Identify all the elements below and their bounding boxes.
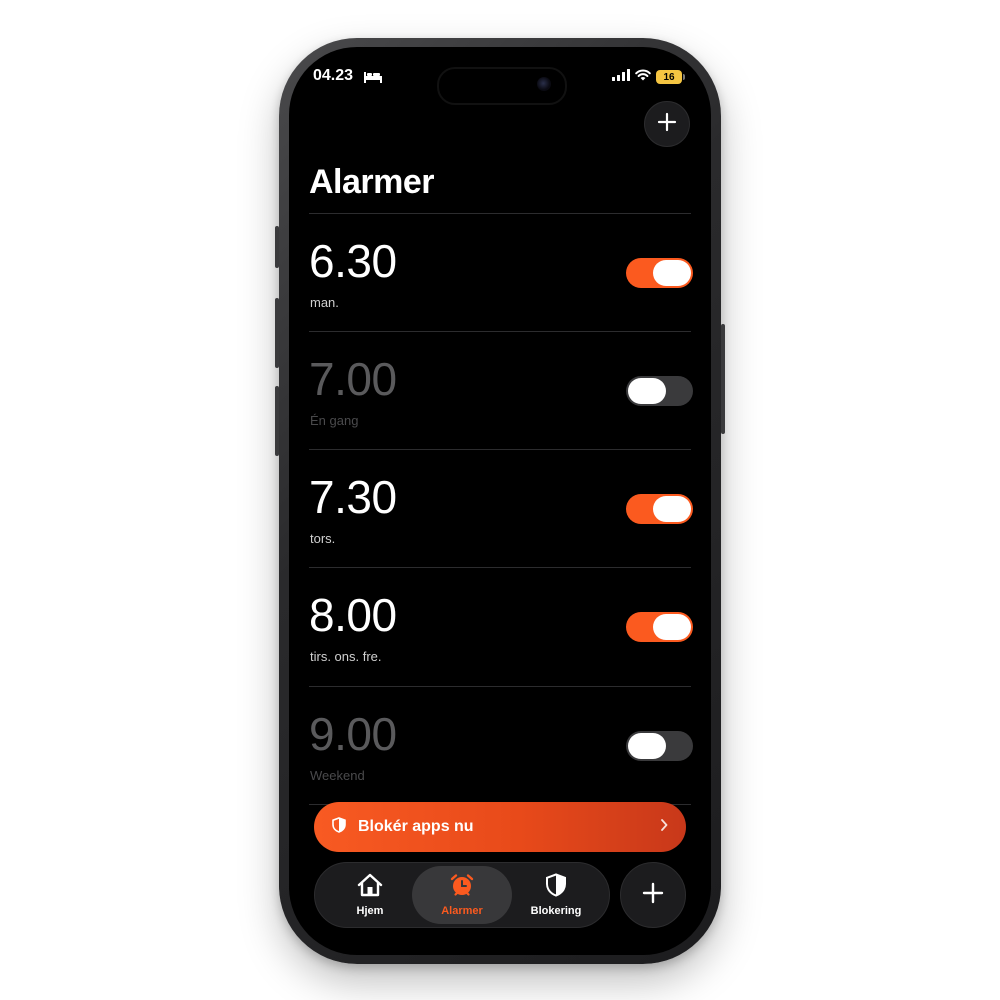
home-icon [357,873,383,902]
add-alarm-button[interactable] [644,101,690,147]
alarm-clock-icon [449,873,475,902]
status-indicators: 16 [612,68,685,86]
alarm-repeat-label: Én gang [310,413,359,428]
status-time: 04.23 [313,67,354,84]
chevron-right-icon [660,818,668,836]
alarm-time: 8.00 [309,589,397,641]
battery-icon: 16 [656,70,685,84]
shield-icon [545,873,567,902]
alarm-toggle[interactable] [626,376,693,406]
plus-icon [641,881,665,910]
page-title: Alarmer [309,163,435,201]
bed-icon [364,70,382,88]
alarm-toggle[interactable] [626,612,693,642]
tab-alarms-label: Alarmer [441,905,483,917]
alarm-time: 6.30 [309,235,397,287]
power-button [721,324,725,434]
block-apps-label: Blokér apps nu [358,818,474,835]
tab-alarms[interactable]: Alarmer [412,866,512,924]
alarm-repeat-label: Weekend [310,768,365,783]
wifi-icon [635,68,651,86]
shield-icon [332,816,346,838]
alarm-repeat-label: man. [310,295,339,310]
alarm-row[interactable]: 8.00 tirs. ons. fre. [309,568,693,686]
toggle-knob [653,614,691,640]
tab-blocking-label: Blokering [530,905,582,917]
volume-up-button [275,298,279,368]
alarm-time: 7.00 [309,353,397,405]
alarm-row[interactable]: 9.00 Weekend [309,687,693,805]
alarm-repeat-label: tirs. ons. fre. [310,649,382,664]
signal-icon [612,68,630,86]
alarm-row[interactable]: 7.00 Én gang [309,332,693,450]
tab-bar: Hjem Alarmer Blokering [314,862,610,928]
camera-lens [537,77,551,91]
toggle-knob [653,260,691,286]
alarm-toggle[interactable] [626,731,693,761]
toggle-knob [628,378,666,404]
alarm-repeat-label: tors. [310,531,336,546]
toggle-knob [628,733,666,759]
tab-home-label: Hjem [356,905,384,917]
block-apps-button[interactable]: Blokér apps nu [314,802,686,852]
add-button[interactable] [620,862,686,928]
alarm-toggle[interactable] [626,494,693,524]
alarm-row[interactable]: 6.30 man. [309,214,693,332]
toggle-knob [653,496,691,522]
alarm-toggle[interactable] [626,258,693,288]
tab-home[interactable]: Hjem [321,866,419,924]
action-button [275,226,279,268]
tab-blocking[interactable]: Blokering [507,866,605,924]
volume-down-button [275,386,279,456]
alarm-row[interactable]: 7.30 tors. [309,450,693,568]
plus-icon [657,112,677,137]
alarm-time: 7.30 [309,471,397,523]
alarm-time: 9.00 [309,708,397,760]
